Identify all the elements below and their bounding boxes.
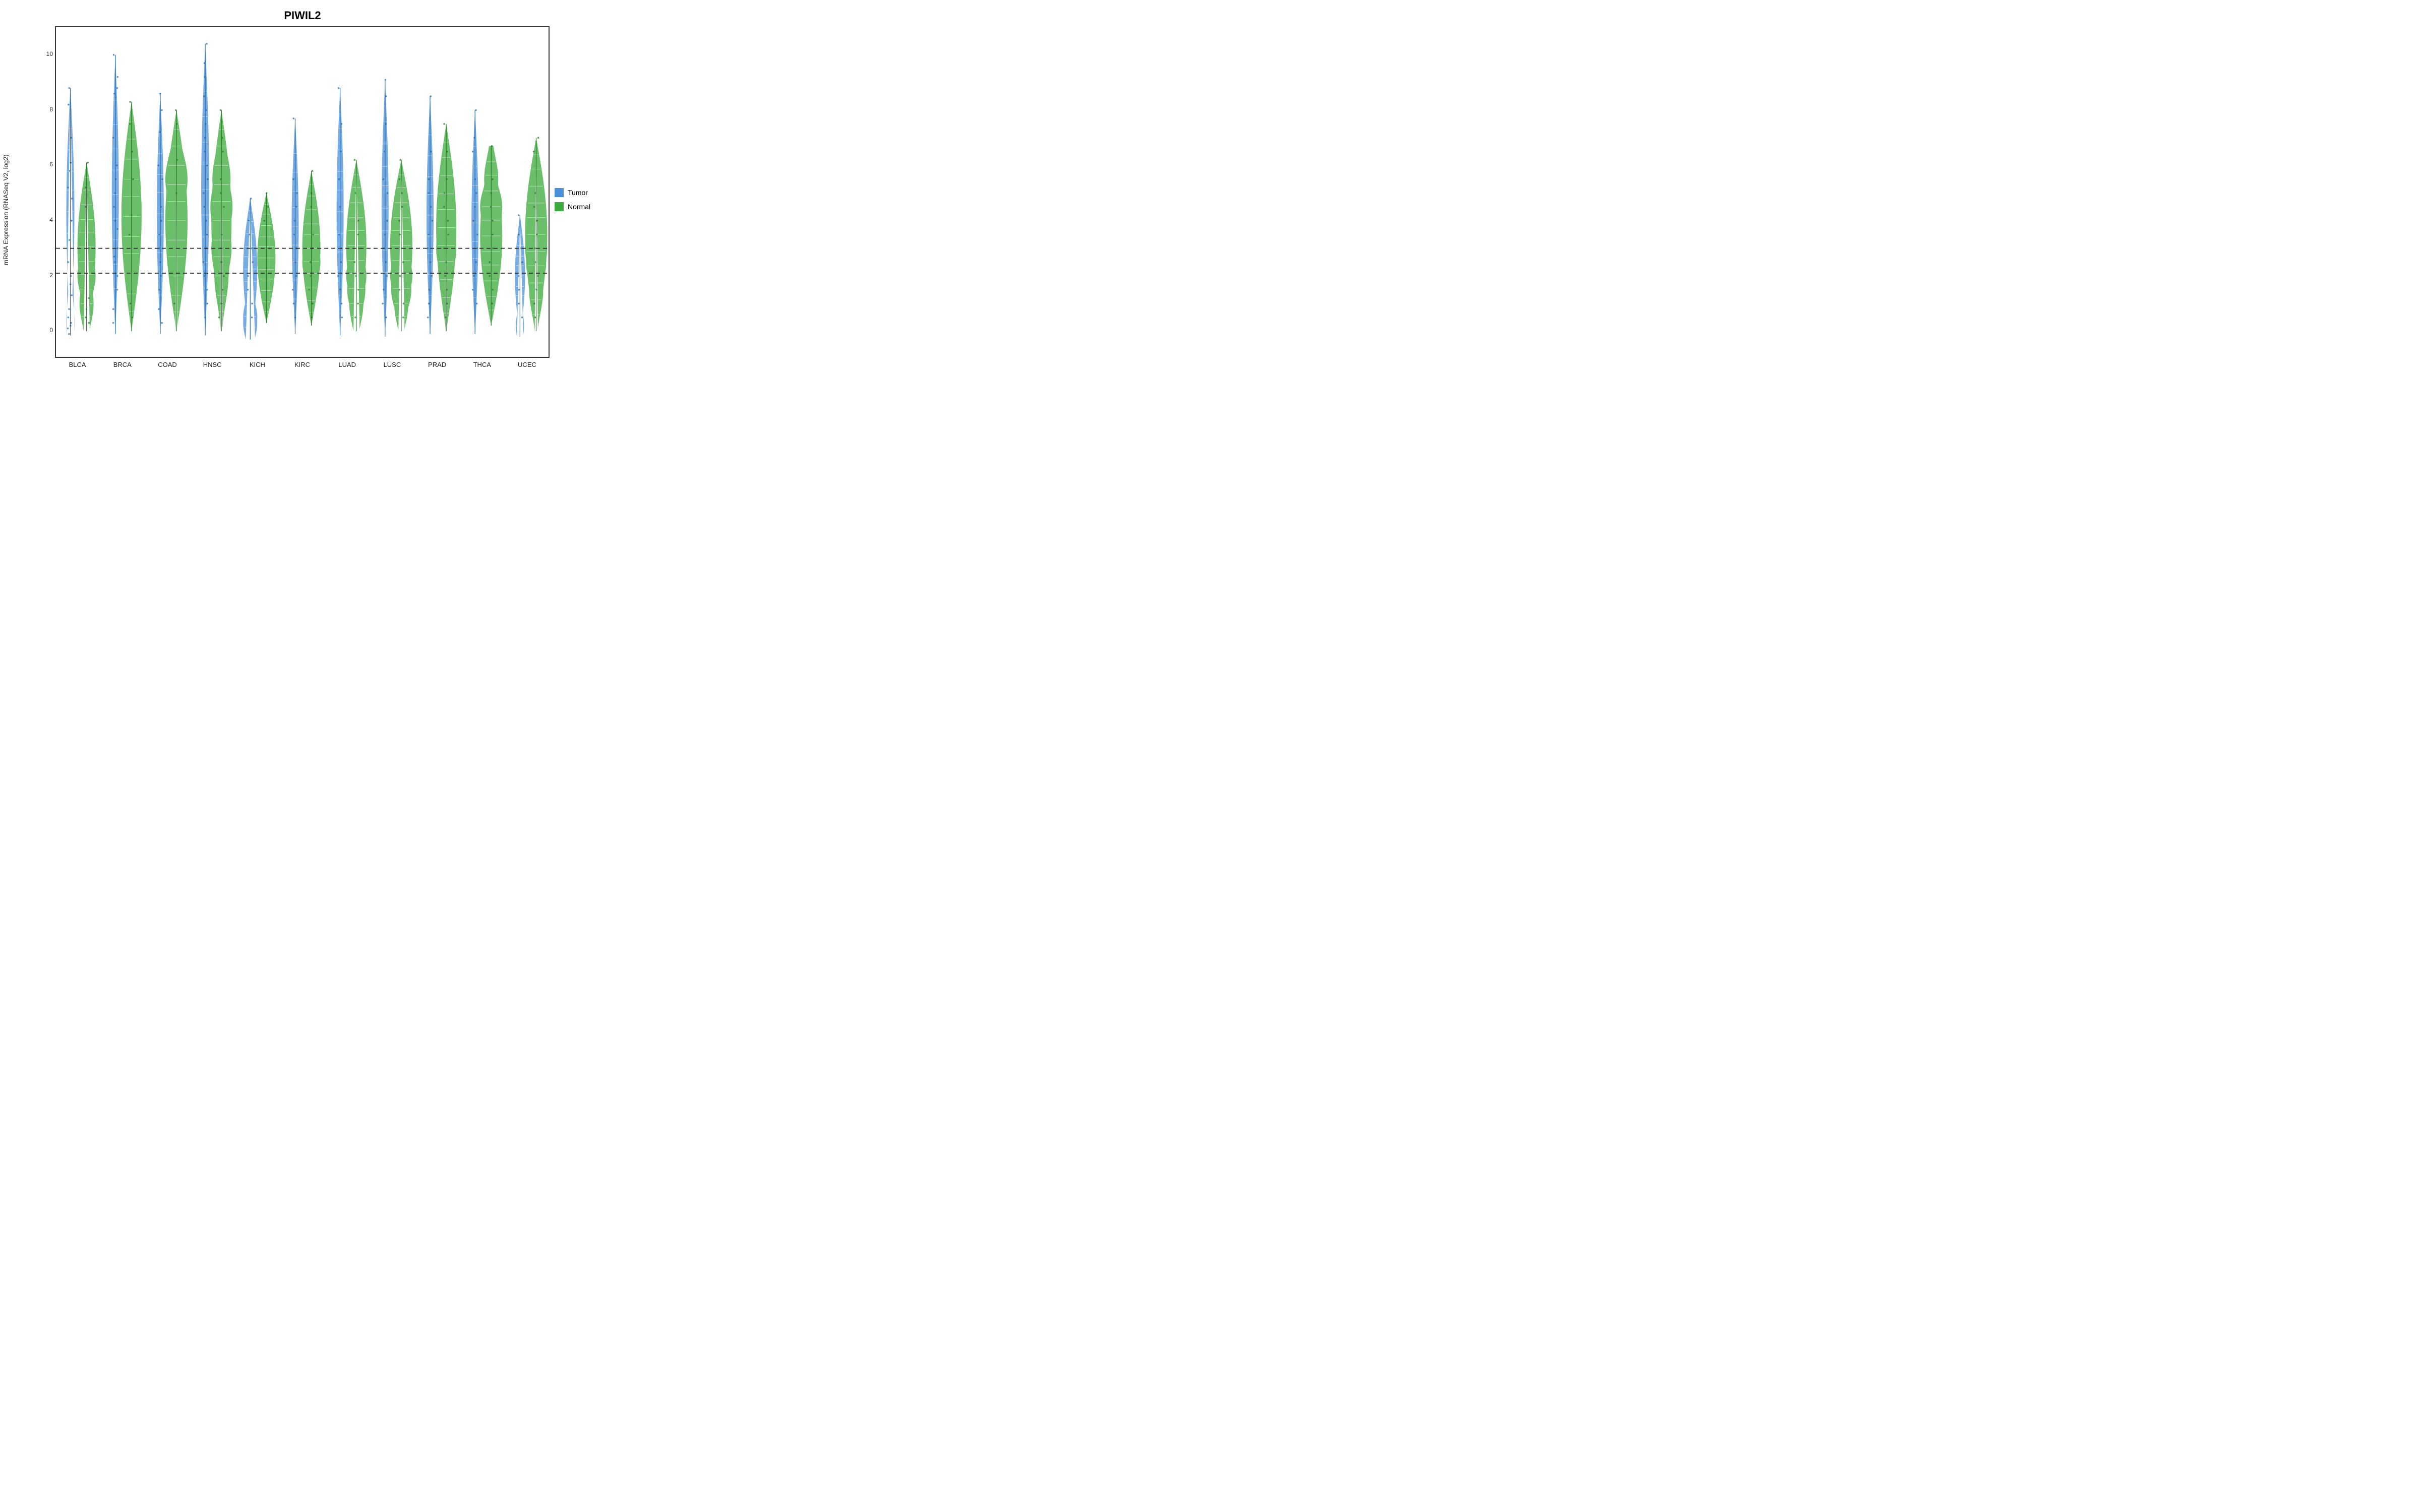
legend-item-normal: Normal	[555, 202, 595, 211]
x-label-prad: PRAD	[415, 358, 460, 378]
x-axis-labels: BLCABRCACOADHNSCKICHKIRCLUADLUSCPRADTHCA…	[55, 358, 550, 378]
x-label-kich: KICH	[235, 358, 280, 378]
y-axis-ticks: 10 8 6 4 2 0	[37, 26, 55, 358]
x-label-kirc: KIRC	[280, 358, 325, 378]
x-label-ucec: UCEC	[505, 358, 550, 378]
chart-container: PIWIL2 mRNA Expression (RNASeq V2, log2)…	[0, 0, 605, 378]
x-label-blca: BLCA	[55, 358, 100, 378]
legend-box-normal	[555, 202, 564, 211]
x-label-hnsc: HNSC	[190, 358, 235, 378]
y-axis-label: mRNA Expression (RNASeq V2, log2)	[0, 26, 15, 378]
violin-svg	[56, 27, 549, 357]
x-label-coad: COAD	[145, 358, 190, 378]
x-label-lusc: LUSC	[370, 358, 414, 378]
chart-title: PIWIL2	[284, 9, 321, 22]
legend: Tumor Normal	[550, 26, 605, 378]
legend-label-normal: Normal	[568, 203, 590, 211]
legend-label-tumor: Tumor	[568, 188, 588, 197]
x-label-thca: THCA	[460, 358, 505, 378]
x-label-brca: BRCA	[100, 358, 145, 378]
legend-box-tumor	[555, 188, 564, 197]
legend-item-tumor: Tumor	[555, 188, 595, 197]
plot-area	[55, 26, 550, 358]
plot-area-wrap: 10 8 6 4 2 0 BLCABRCACOADHNSCKICHKIRCLUA…	[37, 26, 550, 378]
x-label-luad: LUAD	[325, 358, 370, 378]
